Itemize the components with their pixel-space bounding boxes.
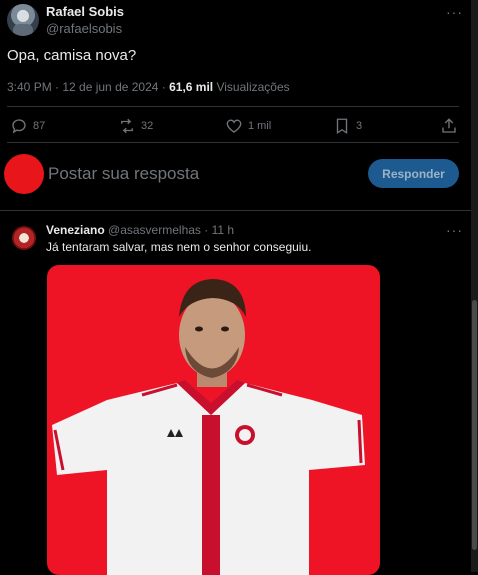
- repost-icon: [121, 118, 133, 134]
- views-count: 61,6 mil: [169, 80, 214, 94]
- composer-avatar[interactable]: [4, 154, 44, 194]
- reply-author-avatar[interactable]: [12, 226, 36, 250]
- bookmark-action[interactable]: 3: [333, 117, 362, 135]
- more-options-icon[interactable]: ···: [446, 4, 463, 20]
- post-text: Opa, camisa nova?: [7, 47, 137, 64]
- reply-header: Veneziano @asasvermelhas · 11 h: [46, 223, 234, 237]
- like-count: 1 mil: [248, 120, 272, 132]
- avatar-photo-icon: [13, 10, 33, 36]
- share-icon: [442, 118, 456, 133]
- reply-text: Já tentaram salvar, mas nem o senhor con…: [46, 240, 312, 254]
- reply-action[interactable]: 87: [10, 117, 45, 135]
- divider: [7, 142, 459, 143]
- like-action[interactable]: 1 mil: [225, 117, 271, 135]
- divider: [7, 106, 459, 107]
- reply-media-image[interactable]: [47, 265, 380, 575]
- post-timestamp[interactable]: 3:40 PM · 12 de jun de 2024 ·: [7, 80, 169, 94]
- jersey-photo-icon: [52, 279, 365, 575]
- repost-action[interactable]: 32: [118, 117, 153, 135]
- divider: [0, 210, 471, 211]
- author-name[interactable]: Rafael Sobis: [46, 4, 124, 19]
- reply-button[interactable]: Responder: [368, 159, 459, 188]
- views-label: Visualizações: [213, 80, 290, 94]
- reply-author-handle[interactable]: @asasvermelhas: [108, 223, 201, 237]
- reply-more-options-icon[interactable]: ···: [446, 222, 463, 238]
- post-meta: 3:40 PM · 12 de jun de 2024 · 61,6 mil V…: [7, 80, 290, 94]
- bookmark-icon: [336, 118, 348, 135]
- reply-timestamp[interactable]: · 11 h: [204, 223, 234, 237]
- reply-count: 87: [33, 120, 46, 132]
- bookmark-count: 3: [356, 120, 363, 132]
- reply-input[interactable]: Postar sua resposta: [48, 164, 199, 184]
- reply-author-name[interactable]: Veneziano: [46, 223, 105, 237]
- author-handle[interactable]: @rafaelsobis: [46, 21, 122, 36]
- share-action[interactable]: [440, 117, 458, 135]
- scrollbar-thumb[interactable]: [472, 300, 477, 550]
- heart-icon: [226, 119, 242, 133]
- repost-count: 32: [141, 120, 154, 132]
- author-avatar[interactable]: [7, 4, 39, 36]
- reply-icon: [12, 119, 26, 134]
